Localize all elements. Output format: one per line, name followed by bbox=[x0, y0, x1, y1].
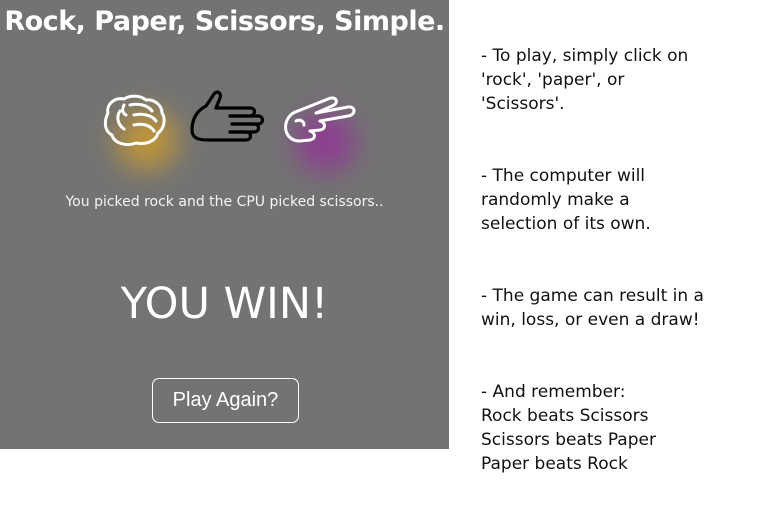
paper-hand-icon bbox=[190, 90, 265, 142]
result-text: YOU WIN! bbox=[120, 279, 329, 329]
paper-choice[interactable] bbox=[188, 90, 265, 150]
game-panel: Rock, Paper, Scissors, Simple. You picke… bbox=[0, 0, 449, 449]
scissors-choice[interactable] bbox=[280, 91, 364, 181]
instructions-panel: - To play, simply click on 'rock', 'pape… bbox=[481, 20, 771, 524]
game-title: Rock, Paper, Scissors, Simple. bbox=[4, 6, 445, 37]
instruction-paragraph: - The game can result in a win, loss, or… bbox=[481, 286, 704, 330]
play-again-button[interactable]: Play Again? bbox=[152, 378, 299, 423]
instruction-paragraph: - And remember: Rock beats Scissors Scis… bbox=[481, 382, 656, 474]
scissors-hand-icon bbox=[284, 96, 356, 143]
instruction-paragraph: - The computer will randomly make a sele… bbox=[481, 166, 651, 234]
instruction-paragraph: - To play, simply click on 'rock', 'pape… bbox=[481, 46, 689, 114]
rock-hand-icon bbox=[103, 94, 166, 147]
rock-choice[interactable] bbox=[100, 91, 186, 179]
selection-status: You picked rock and the CPU picked sciss… bbox=[65, 194, 384, 210]
